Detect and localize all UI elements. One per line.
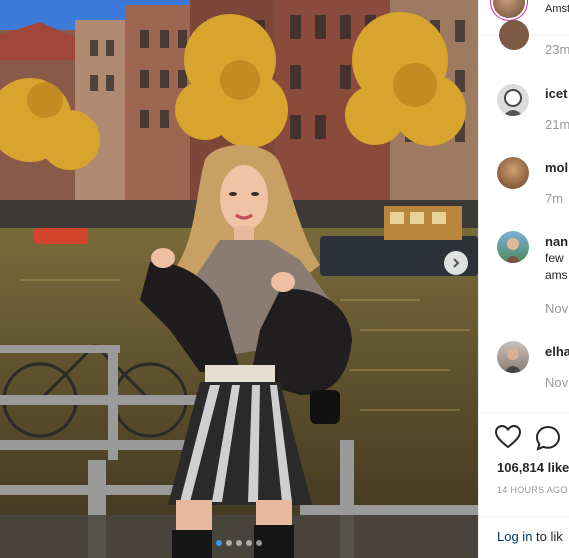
carousel-indicator xyxy=(0,540,478,546)
commenter-username[interactable]: elha xyxy=(545,344,569,359)
comment-item: elha Nov xyxy=(479,338,569,398)
commenter-avatar[interactable] xyxy=(499,20,529,50)
like-count[interactable]: 106,814 like xyxy=(497,460,569,475)
comment-icon[interactable] xyxy=(535,425,561,451)
comment-time: 23m xyxy=(545,42,569,57)
comment-item: 23m xyxy=(479,20,569,64)
commenter-avatar[interactable] xyxy=(497,341,529,373)
comment-item: nan few ams Nov xyxy=(479,228,569,323)
heart-icon[interactable] xyxy=(495,425,521,449)
comment-text: few xyxy=(545,251,564,265)
commenter-avatar[interactable] xyxy=(497,157,529,189)
carousel-dot xyxy=(246,540,252,546)
post-photo[interactable] xyxy=(0,0,478,558)
commenter-username[interactable]: nan xyxy=(545,234,568,249)
carousel-dot xyxy=(216,540,222,546)
comment-time: Nov xyxy=(545,375,569,390)
carousel-dot xyxy=(226,540,232,546)
comment-item: icet 21m xyxy=(479,82,569,142)
commenter-username[interactable]: mol xyxy=(545,160,568,175)
carousel-dot xyxy=(236,540,242,546)
poster-avatar[interactable] xyxy=(493,0,525,18)
commenter-avatar[interactable] xyxy=(497,231,529,263)
login-prompt: Log in to lik xyxy=(479,516,569,558)
comment-item: mol 7m xyxy=(479,155,569,215)
comment-text: ams xyxy=(545,268,568,282)
comment-time: 21m xyxy=(545,117,569,132)
chevron-right-icon xyxy=(453,258,460,268)
login-link[interactable]: Log in xyxy=(497,529,532,544)
next-slide-button[interactable] xyxy=(444,251,468,275)
carousel-dot xyxy=(256,540,262,546)
commenter-avatar[interactable] xyxy=(497,84,529,116)
comment-time: 7m xyxy=(545,191,564,206)
location-link[interactable]: Amst xyxy=(545,3,569,15)
comment-time: Nov xyxy=(545,301,569,316)
login-prompt-text: to lik xyxy=(536,529,563,544)
post-side-panel: Amst 23m icet 21m mol 7m nan few ams Nov… xyxy=(478,0,569,558)
commenter-username[interactable]: icet xyxy=(545,86,567,101)
post-timestamp: 14 HOURS AGO xyxy=(497,485,568,495)
